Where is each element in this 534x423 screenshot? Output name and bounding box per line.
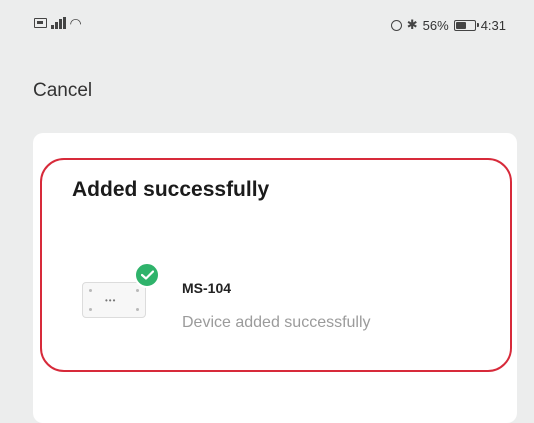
status-left: ◠ xyxy=(34,15,82,31)
status-time: 4:31 xyxy=(480,17,506,33)
cancel-button[interactable]: Cancel xyxy=(33,80,92,102)
wifi-icon: ◠ xyxy=(69,15,82,31)
bluetooth-icon: ✱ xyxy=(406,17,418,32)
device-status: Device added successfully xyxy=(182,314,371,331)
signal-icon xyxy=(51,17,66,29)
device-name: MS-104 xyxy=(182,280,232,296)
alarm-icon xyxy=(390,19,402,31)
page-title: Added successfully xyxy=(72,178,270,201)
device-list-item[interactable]: ••• MS-104 Device added successfully xyxy=(82,262,482,342)
battery-icon xyxy=(453,19,479,31)
battery-fill xyxy=(455,21,466,29)
sim-icon xyxy=(34,18,47,28)
status-bar: ◠ ✱ 56% 4:31 xyxy=(0,0,534,52)
check-icon xyxy=(134,262,160,288)
battery-percent: 56% xyxy=(422,17,449,33)
status-right: ✱ 56% 4:31 xyxy=(390,17,506,33)
device-image: ••• xyxy=(82,282,146,318)
